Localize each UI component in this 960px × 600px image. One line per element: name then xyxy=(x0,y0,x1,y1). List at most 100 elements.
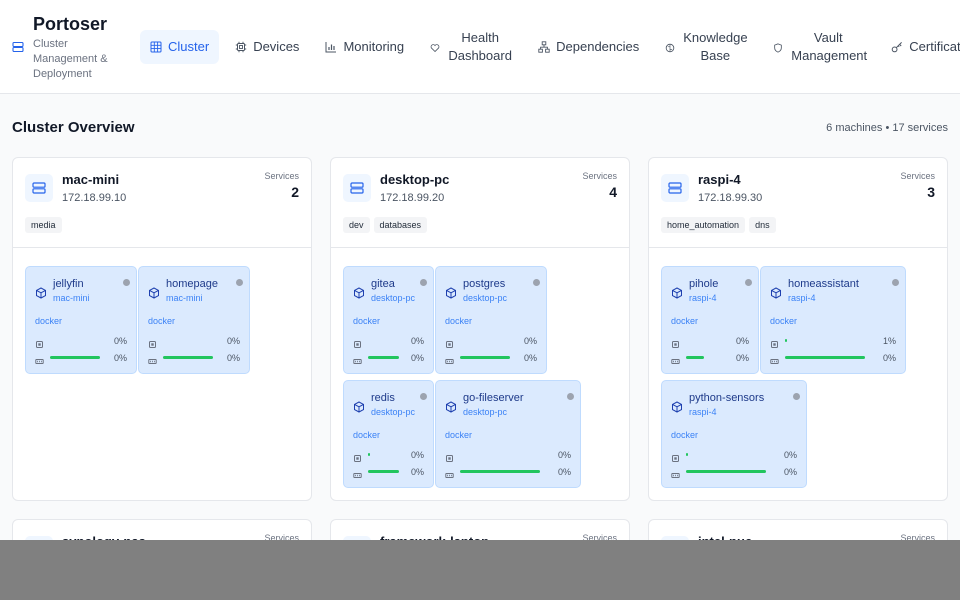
nav-tab-devices[interactable]: Devices xyxy=(225,30,309,64)
mem-bar-fill xyxy=(50,356,100,359)
box-icon xyxy=(671,400,683,413)
service-name[interactable]: go-fileserver xyxy=(463,392,524,404)
status-dot xyxy=(745,279,752,286)
cpu-bar xyxy=(368,453,402,456)
service-name[interactable]: pihole xyxy=(689,278,718,290)
cpu-bar xyxy=(50,339,105,342)
machine-name: raspi-4 xyxy=(698,172,741,187)
service-card-gitea[interactable]: gitea desktop-pc docker 0% 0% xyxy=(343,266,434,374)
heart-icon xyxy=(430,41,442,53)
service-name[interactable]: redis xyxy=(371,392,395,404)
mem-bar-fill xyxy=(460,356,510,359)
cpu-metric: 0% xyxy=(671,336,749,348)
mem-metric: 0% xyxy=(353,467,424,478)
cpu-metric: 1% xyxy=(770,336,896,348)
service-card-python-sensors[interactable]: python-sensors raspi-4 docker 0% 0% xyxy=(661,380,807,488)
machine-card-framework-laptop[interactable]: framework-laptopServices xyxy=(330,519,630,540)
machine-name: desktop-pc xyxy=(380,172,450,187)
nav-tab-label: Certificates xyxy=(909,39,960,54)
chip-icon xyxy=(235,41,247,53)
service-card-pihole[interactable]: pihole raspi-4 docker 0% 0% xyxy=(661,266,759,374)
status-dot xyxy=(123,279,130,286)
cluster-summary: 6 machines • 17 services xyxy=(826,122,948,134)
cpu-value: 0% xyxy=(410,450,424,460)
service-list: jellyfin mac-mini docker 0% 0% homepage mac-mi… xyxy=(25,266,301,374)
service-card-go-fileserver[interactable]: go-fileserver desktop-pc docker 0% 0% xyxy=(435,380,581,488)
grid-icon xyxy=(150,41,162,53)
app-title: Portoser xyxy=(33,14,108,34)
services-label: Services xyxy=(582,171,617,181)
cpu-metric: 0% xyxy=(445,336,537,348)
service-name[interactable]: postgres xyxy=(463,278,505,290)
mem-value: 0% xyxy=(735,353,749,363)
service-card-homepage[interactable]: homepage mac-mini docker 0% 0% xyxy=(138,266,250,374)
mem-metric: 0% xyxy=(445,467,571,478)
service-name[interactable]: jellyfin xyxy=(53,278,84,290)
nav-tab-health-dashboard[interactable]: Health Dashboard xyxy=(420,30,522,64)
cpu-metric: 0% xyxy=(445,450,571,462)
cpu-bar xyxy=(460,453,549,456)
main-nav: Cluster Devices Monitoring Health Dashboard… xyxy=(140,0,960,93)
service-card-postgres[interactable]: postgres desktop-pc docker 0% 0% xyxy=(435,266,547,374)
mem-value: 0% xyxy=(523,353,537,363)
service-card-redis[interactable]: redis desktop-pc docker 0% 0% xyxy=(343,380,434,488)
service-card-jellyfin[interactable]: jellyfin mac-mini docker 0% 0% xyxy=(25,266,137,374)
mem-bar-fill xyxy=(163,356,213,359)
nav-tab-cluster[interactable]: Cluster xyxy=(140,30,220,64)
service-name[interactable]: homeassistant xyxy=(788,278,859,290)
nav-tab-vault-management[interactable]: Vault Management xyxy=(763,30,875,64)
service-runtime: docker xyxy=(445,316,473,326)
machine-grid: mac-mini 172.18.99.10 Services 2 media jellyf… xyxy=(12,157,948,540)
tag-badge: media xyxy=(25,217,62,233)
machine-card-raspi-4[interactable]: raspi-4 172.18.99.30 Services 3 home_automat… xyxy=(648,157,948,501)
machine-card-desktop-pc[interactable]: desktop-pc 172.18.99.20 Services 4 dev databa… xyxy=(330,157,630,501)
mem-metric: 0% xyxy=(353,353,424,364)
service-host: desktop-pc xyxy=(463,293,508,303)
mem-bar-fill xyxy=(686,470,766,473)
mem-bar xyxy=(368,356,402,359)
mem-metric: 0% xyxy=(148,353,240,364)
nav-tab-certificates[interactable]: Certificates xyxy=(881,30,960,64)
service-host: raspi-4 xyxy=(689,407,717,417)
cpu-icon xyxy=(671,336,680,348)
machine-header: mac-mini 172.18.99.10 Services 2 media xyxy=(13,158,311,248)
status-dot xyxy=(420,279,427,286)
mem-value: 0% xyxy=(113,353,127,363)
mem-bar xyxy=(368,470,402,473)
cpu-value: 0% xyxy=(113,336,127,346)
mem-bar xyxy=(686,356,727,359)
machine-card-intel-nuc[interactable]: intel-nucServices xyxy=(648,519,948,540)
cpu-metric: 0% xyxy=(35,336,127,348)
tag-badge: dns xyxy=(749,217,776,233)
service-name[interactable]: homepage xyxy=(166,278,218,290)
box-icon xyxy=(35,286,47,299)
machine-header: desktop-pc 172.18.99.20 Services 4 dev databa… xyxy=(331,158,629,248)
services-count: 4 xyxy=(609,184,617,200)
app-viewport: Portoser Cluster Management & Deployment… xyxy=(0,0,960,540)
nav-tab-knowledge-base[interactable]: Knowledge Base xyxy=(655,30,757,64)
mem-bar xyxy=(460,356,515,359)
nav-tab-label: Devices xyxy=(253,39,300,54)
service-name[interactable]: gitea xyxy=(371,278,395,290)
mem-value: 0% xyxy=(226,353,240,363)
server-icon xyxy=(25,174,53,202)
service-runtime: docker xyxy=(770,316,798,326)
mem-value: 0% xyxy=(783,467,797,477)
service-host: raspi-4 xyxy=(689,293,717,303)
machine-card-synology-nas[interactable]: synology-nasServices xyxy=(12,519,312,540)
nav-tab-dependencies[interactable]: Dependencies xyxy=(528,30,649,64)
machine-header: raspi-4 172.18.99.30 Services 3 home_automat… xyxy=(649,158,947,248)
mem-bar xyxy=(163,356,218,359)
machine-header: intel-nucServices xyxy=(649,520,947,540)
machine-card-mac-mini[interactable]: mac-mini 172.18.99.10 Services 2 media jellyf… xyxy=(12,157,312,501)
service-name[interactable]: python-sensors xyxy=(689,392,764,404)
machine-tags: media xyxy=(25,217,62,233)
services-label: Services xyxy=(264,533,299,540)
status-dot xyxy=(567,393,574,400)
cpu-value: 0% xyxy=(783,450,797,460)
service-card-homeassistant[interactable]: homeassistant raspi-4 docker 1% 0% xyxy=(760,266,906,374)
server-icon xyxy=(343,174,371,202)
server-icon xyxy=(661,174,689,202)
memory-icon xyxy=(353,353,362,364)
nav-tab-monitoring[interactable]: Monitoring xyxy=(315,30,414,64)
